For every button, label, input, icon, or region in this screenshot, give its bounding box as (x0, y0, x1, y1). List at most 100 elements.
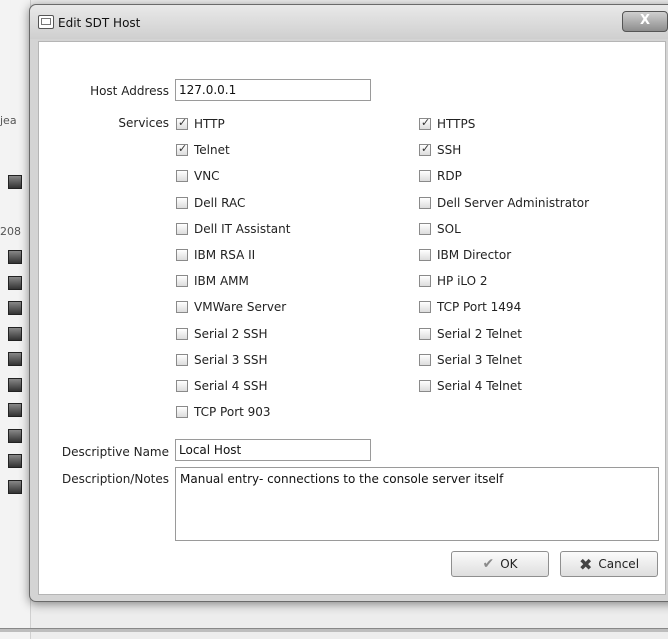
checkbox-box[interactable] (176, 406, 188, 419)
service-checkbox-serial-3-telnet[interactable]: Serial 3 Telnet (419, 353, 522, 367)
checkbox-label: SSH (437, 143, 462, 158)
checkbox-label: HTTP (194, 117, 225, 131)
edit-sdt-host-dialog: Edit SDT Host X Host Address 127.0.0.1 S… (29, 4, 668, 602)
computer-icon (8, 175, 22, 189)
checkbox-box[interactable] (419, 301, 431, 314)
window-icon (38, 15, 54, 29)
close-button[interactable]: X (622, 11, 668, 32)
checkbox-box[interactable] (419, 222, 431, 235)
services-label: Services (118, 116, 169, 130)
checkbox-label: Dell RAC (194, 195, 246, 210)
title-bar[interactable]: Edit SDT Host X (30, 5, 668, 39)
checkbox-box[interactable] (176, 275, 188, 288)
checkbox-label: IBM AMM (194, 274, 249, 289)
service-checkbox-vmware-server[interactable]: VMWare Server (176, 300, 286, 314)
checkbox-label: HP iLO 2 (437, 274, 488, 289)
checkbox-box[interactable] (176, 380, 188, 392)
service-checkbox-vnc[interactable]: VNC (176, 169, 220, 183)
computer-icon (8, 429, 22, 443)
cancel-button[interactable]: ✖ Cancel (560, 551, 658, 577)
service-checkbox-telnet[interactable]: Telnet (176, 142, 230, 158)
checkbox-label: TCP Port 1494 (437, 300, 522, 315)
checkbox-label: SOL (437, 221, 461, 236)
background-text: 208 (0, 225, 21, 238)
service-checkbox-http[interactable]: HTTP (176, 116, 225, 131)
checkbox-box[interactable] (176, 116, 188, 130)
computer-icon (8, 480, 22, 494)
computer-icon (8, 327, 22, 341)
descriptive-name-label: Descriptive Name (61, 445, 169, 459)
ok-label: OK (500, 557, 518, 571)
service-checkbox-serial-3-ssh[interactable]: Serial 3 SSH (176, 353, 267, 367)
computer-icon (8, 378, 22, 392)
check-icon: ✔ (482, 556, 495, 572)
checkbox-box[interactable] (176, 249, 188, 261)
checkbox-label: Serial 2 Telnet (437, 326, 522, 341)
checkbox-label: VMWare Server (194, 300, 287, 315)
service-checkbox-serial-4-ssh[interactable]: Serial 4 SSH (176, 379, 267, 393)
checkbox-label: RDP (437, 169, 462, 184)
checkbox-box[interactable] (176, 353, 188, 366)
checkbox-box[interactable] (176, 170, 188, 183)
service-checkbox-tcp-port-1494[interactable]: TCP Port 1494 (419, 300, 521, 314)
computer-icon (8, 352, 22, 366)
checkbox-label: Serial 4 Telnet (437, 379, 522, 393)
checkbox-box[interactable] (419, 170, 431, 183)
checkbox-box[interactable] (419, 353, 431, 366)
checkbox-label: TCP Port 903 (194, 405, 271, 420)
host-address-field[interactable]: 127.0.0.1 (175, 79, 371, 101)
checkbox-box[interactable] (419, 380, 431, 392)
checkbox-box[interactable] (176, 301, 188, 314)
checkbox-label: HTTPS (437, 117, 476, 131)
checkbox-box[interactable] (419, 116, 431, 130)
service-checkbox-dell-it-assistant[interactable]: Dell IT Assistant (176, 222, 290, 236)
service-checkbox-ibm-director[interactable]: IBM Director (419, 248, 511, 262)
checkbox-label: Serial 2 SSH (194, 326, 268, 341)
computer-icon (8, 250, 22, 264)
service-checkbox-serial-2-telnet[interactable]: Serial 2 Telnet (419, 327, 522, 341)
service-checkbox-ibm-rsa-ii[interactable]: IBM RSA II (176, 248, 255, 262)
computer-icon (8, 301, 22, 315)
checkbox-label: VNC (194, 169, 220, 184)
service-checkbox-sol[interactable]: SOL (419, 222, 461, 236)
checkbox-label: Serial 3 SSH (194, 352, 268, 367)
checkbox-label: Telnet (194, 143, 230, 158)
dialog-title: Edit SDT Host (58, 16, 141, 30)
notes-label: Description/Notes (61, 472, 169, 486)
checkbox-box[interactable] (419, 249, 431, 261)
checkbox-box[interactable] (419, 196, 431, 209)
cancel-label: Cancel (598, 557, 640, 571)
service-checkbox-serial-2-ssh[interactable]: Serial 2 SSH (176, 327, 267, 341)
cancel-icon: ✖ (578, 554, 593, 574)
service-checkbox-ssh[interactable]: SSH (419, 142, 462, 158)
checkbox-label: Serial 4 SSH (194, 379, 268, 393)
checkbox-box[interactable] (176, 196, 188, 209)
service-checkbox-serial-4-telnet[interactable]: Serial 4 Telnet (419, 379, 522, 393)
checkbox-box[interactable] (419, 275, 431, 288)
notes-textarea[interactable]: Manual entry- connections to the console… (175, 467, 659, 541)
checkbox-box[interactable] (176, 222, 188, 235)
checkbox-label: Dell IT Assistant (194, 221, 291, 236)
form-panel: Host Address 127.0.0.1 Services HTTP Teln… (38, 41, 666, 595)
computer-icon (8, 454, 22, 468)
host-address-label: Host Address (90, 84, 169, 98)
computer-icon (8, 276, 22, 290)
background-text: jea (0, 114, 17, 127)
checkbox-box[interactable] (419, 142, 431, 157)
checkbox-box[interactable] (176, 142, 188, 157)
service-checkbox-ibm-amm[interactable]: IBM AMM (176, 274, 249, 288)
checkbox-label: Dell Server Administrator (437, 195, 590, 210)
service-checkbox-hp-ilo-2[interactable]: HP iLO 2 (419, 274, 488, 288)
checkbox-label: IBM Director (437, 248, 512, 262)
computer-icon (8, 403, 22, 417)
service-checkbox-https[interactable]: HTTPS (419, 116, 476, 131)
ok-button[interactable]: ✔ OK (451, 551, 549, 577)
checkbox-box[interactable] (419, 327, 431, 340)
service-checkbox-rdp[interactable]: RDP (419, 169, 462, 183)
service-checkbox-dell-rac[interactable]: Dell RAC (176, 196, 245, 210)
descriptive-name-field[interactable]: Local Host (175, 439, 371, 461)
service-checkbox-dell-server-administrator[interactable]: Dell Server Administrator (419, 196, 589, 210)
checkbox-label: IBM RSA II (194, 248, 256, 262)
checkbox-box[interactable] (176, 327, 188, 340)
service-checkbox-tcp-port-903[interactable]: TCP Port 903 (176, 405, 271, 419)
